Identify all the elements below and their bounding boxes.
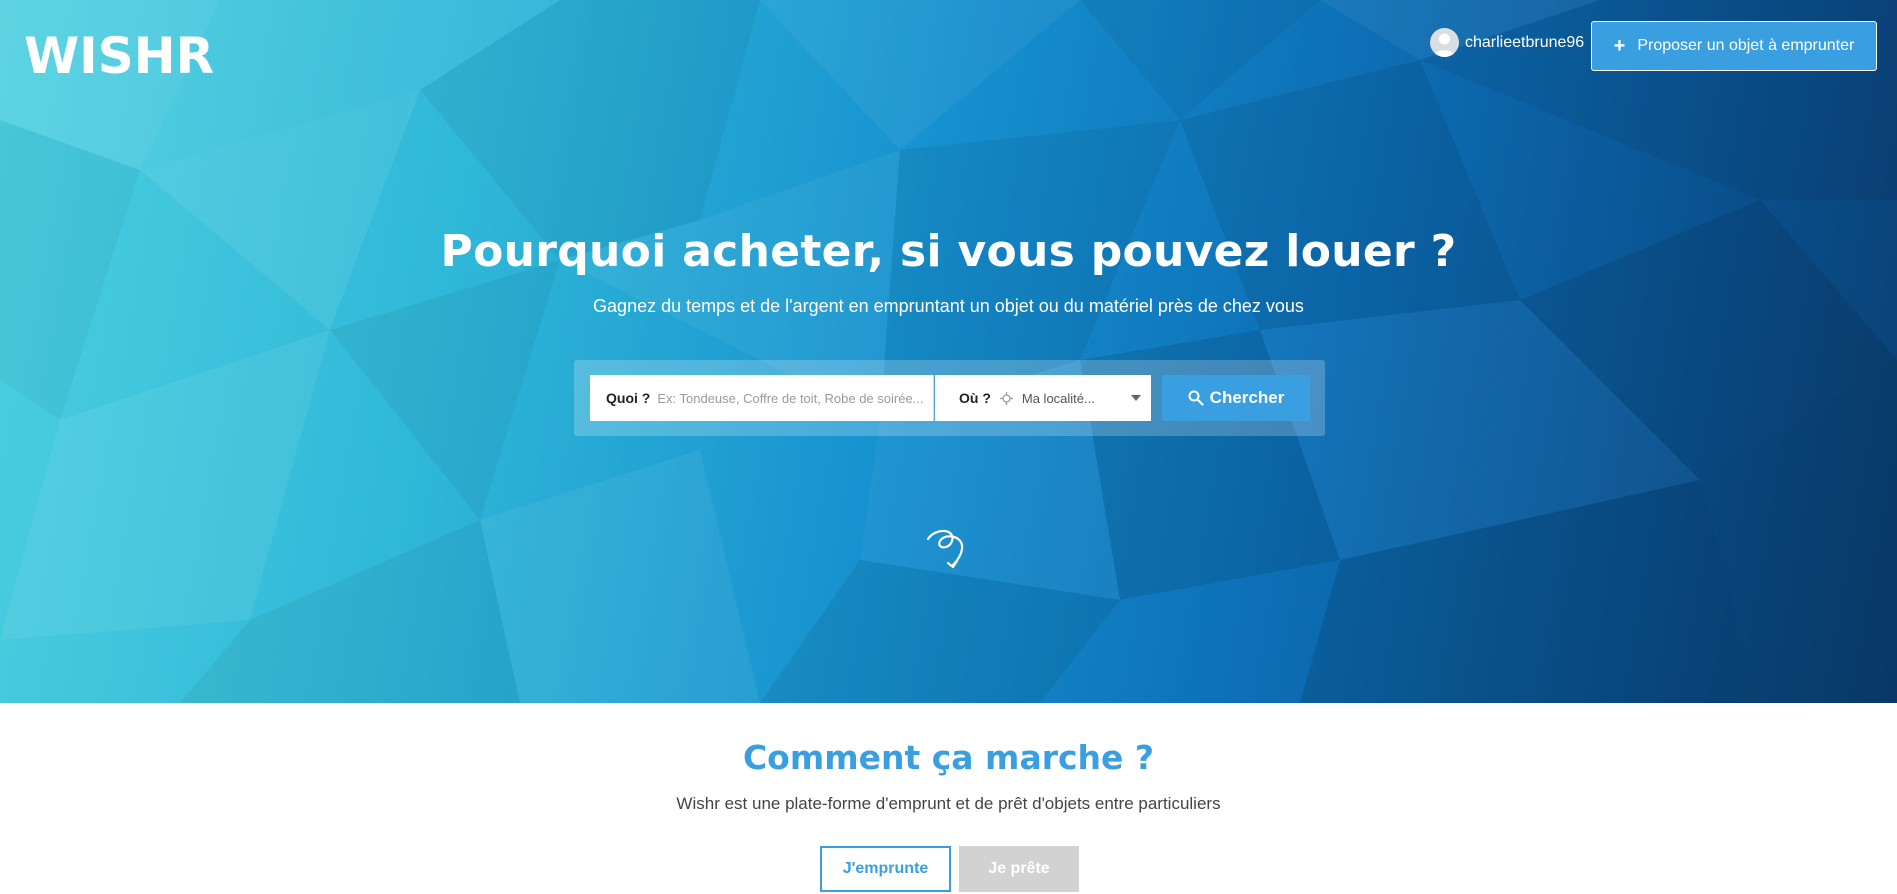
where-select[interactable]: Où ? Ma localité... (935, 375, 1151, 421)
what-label: Quoi ? (606, 390, 651, 406)
search-button-label: Chercher (1209, 388, 1285, 407)
username: charlieetbrune96 (1465, 33, 1585, 51)
where-label: Où ? (959, 390, 991, 406)
propose-object-button[interactable]: + Proposer un objet à emprunter (1591, 21, 1877, 71)
user-menu[interactable]: charlieetbrune96 (1430, 28, 1584, 57)
lend-tab-button[interactable]: Je prête (959, 846, 1079, 892)
propose-object-label: Proposer un objet à emprunter (1637, 37, 1855, 54)
polygon-background (0, 0, 1897, 703)
avatar (1430, 28, 1459, 57)
chevron-down-icon (1131, 395, 1141, 401)
plus-icon: + (1613, 35, 1626, 57)
avatar-person-icon (1434, 33, 1455, 57)
logo-wordmark: WISHR (24, 27, 214, 80)
hero-banner (0, 0, 1897, 703)
page-subtitle: Gagnez du temps et de l'argent en emprun… (593, 296, 1304, 316)
page-title: Pourquoi acheter, si vous pouvez louer ? (440, 226, 1457, 277)
how-it-works-subtitle: Wishr est une plate-forme d'emprunt et d… (676, 794, 1221, 813)
where-value: Ma localité... (1021, 390, 1095, 406)
search-icon (1188, 390, 1204, 406)
what-input[interactable] (657, 390, 933, 406)
location-crosshair-icon (999, 391, 1013, 405)
what-field[interactable]: Quoi ? (590, 375, 934, 421)
borrow-tab-button[interactable]: J'emprunte (820, 846, 951, 892)
scroll-down-arrow-icon[interactable] (922, 523, 978, 579)
wishr-logo[interactable]: WISHR (24, 18, 224, 80)
search-button[interactable]: Chercher (1162, 375, 1310, 421)
how-it-works-title: Comment ça marche ? (742, 738, 1155, 777)
